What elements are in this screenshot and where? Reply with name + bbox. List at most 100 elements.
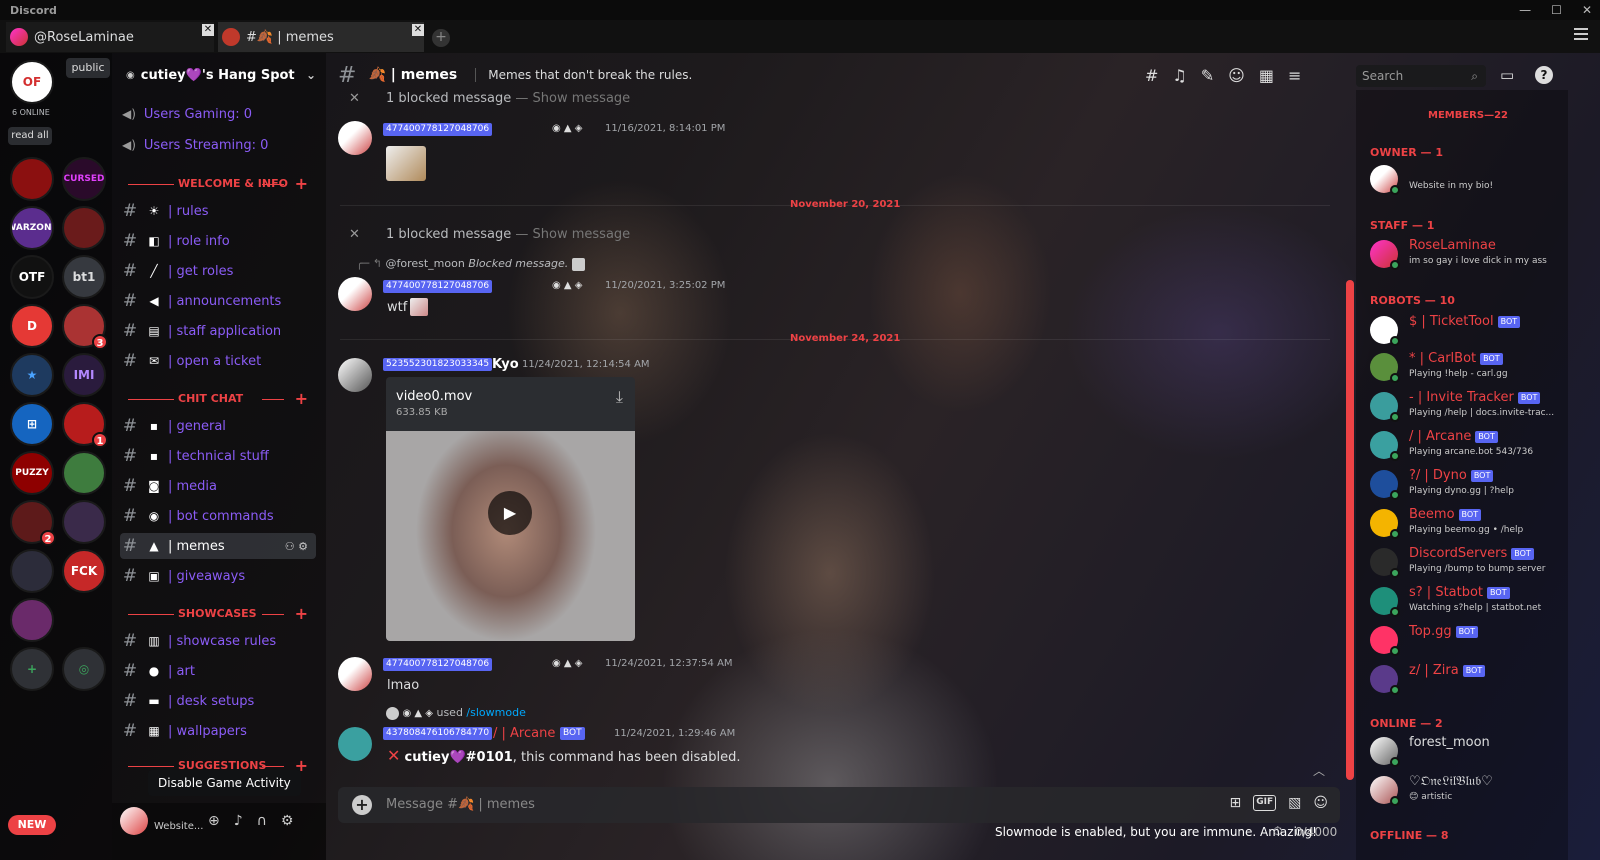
channel-item[interactable]: # ◙ | media (120, 473, 316, 499)
member-item[interactable]: - | Invite Tracker BOT Playing /help | doc… (1368, 390, 1566, 424)
server-icon[interactable] (62, 500, 106, 544)
server-icon[interactable]: ★ (10, 353, 54, 397)
server-icon[interactable] (10, 157, 54, 201)
tab-memes[interactable]: #🍂 | memes ✕ (218, 22, 424, 52)
members-icon[interactable]: ☺ (1228, 66, 1245, 85)
server-icon[interactable]: WARZONE (10, 206, 54, 250)
settings-gear-icon[interactable]: ⚙ (281, 813, 294, 829)
search-input[interactable]: Search ⌕ (1356, 65, 1486, 87)
member-item[interactable]: RoseLaminae im so gay i love dick in my a… (1368, 238, 1566, 272)
member-item[interactable]: $ | TicketTool BOT (1368, 314, 1566, 348)
server-icon[interactable]: CURSED (62, 157, 106, 201)
server-icon[interactable]: bt1 (62, 255, 106, 299)
server-icon[interactable] (10, 549, 54, 593)
username[interactable]: / | Arcane (493, 726, 555, 741)
close-window-icon[interactable]: ✕ (1582, 0, 1592, 20)
inbox-icon[interactable]: ▭ (1500, 66, 1514, 84)
server-icon[interactable] (10, 598, 54, 642)
avatar[interactable] (338, 358, 372, 392)
avatar[interactable] (338, 727, 372, 761)
reply-preview[interactable]: ╭─ ↰ @forest_moon Blocked message. (356, 257, 585, 271)
gift-icon[interactable]: ⊞ (1230, 795, 1242, 811)
add-channel-icon[interactable]: + (295, 174, 308, 193)
show-message-link[interactable]: — Show message (515, 227, 630, 242)
channel-item[interactable]: # ▪ | technical stuff (120, 443, 316, 469)
member-item[interactable]: ♡𝔒𝔫𝔢𝔏𝔦𝔩𝔅𝔩𝔲𝔟♡ 😊 artistic (1368, 774, 1566, 808)
channel-item[interactable]: # ▣ | giveaways (120, 563, 316, 589)
video-thumbnail[interactable] (386, 431, 635, 641)
avatar[interactable] (338, 121, 372, 155)
list-icon[interactable]: ≡ (1288, 66, 1301, 85)
channel-item[interactable]: # ╱ | get roles (120, 258, 316, 284)
help-icon[interactable]: ? (1535, 66, 1553, 84)
category-header[interactable]: WELCOME & INFO + (112, 174, 326, 193)
channel-item[interactable]: # ▥ | showcase rules (120, 628, 316, 654)
member-item[interactable]: z/ | Zira BOT (1368, 663, 1566, 697)
server-icon[interactable]: D (10, 304, 54, 348)
username[interactable]: Kyo (492, 357, 519, 372)
close-icon[interactable]: ✕ (349, 227, 360, 242)
channel-item[interactable]: # ▦ | wallpapers (120, 718, 316, 744)
server-icon[interactable]: ΙΜΙ (62, 353, 106, 397)
member-item[interactable]: forest_moon (1368, 735, 1566, 769)
play-icon[interactable]: ▶ (488, 491, 532, 535)
member-item[interactable]: ?/ | Dyno BOT Playing dyno.gg | ?help (1368, 468, 1566, 502)
chat-scrollbar[interactable] (1346, 280, 1354, 780)
channel-item[interactable]: # ▲ | memes ⚇ ⚙ (120, 533, 316, 559)
mentioned-user[interactable]: cutiey💜#0101 (405, 750, 513, 765)
channel-settings-icon[interactable]: ⚇ ⚙ (285, 540, 308, 553)
new-unreads-pill[interactable]: NEW (8, 815, 56, 835)
maximize-icon[interactable]: ☐ (1551, 0, 1562, 20)
message-input-placeholder[interactable]: Message #🍂 | memes (386, 797, 535, 812)
add-channel-icon[interactable]: + (295, 604, 308, 623)
server-icon[interactable]: ⊞ (10, 402, 54, 446)
layout-icon[interactable]: ▦ (1259, 66, 1274, 85)
channel-item[interactable]: # ◧ | role info (120, 228, 316, 254)
emoji-icon[interactable]: ☺ (1313, 795, 1328, 811)
member-item[interactable]: Beemo BOT Playing beemo.gg • /help (1368, 507, 1566, 541)
avatar[interactable] (120, 807, 148, 835)
command-link[interactable]: /slowmode (466, 706, 525, 719)
chevron-up-icon[interactable]: ︿ (1313, 762, 1325, 779)
server-header[interactable]: ◉ cutiey💜's Hang Spot ⌄ (126, 65, 316, 85)
channel-item[interactable]: # ▬ | desk setups (120, 688, 316, 714)
close-icon[interactable]: ✕ (349, 91, 360, 106)
avatar[interactable] (338, 277, 372, 311)
gamepad-icon[interactable]: ⊕ (208, 813, 220, 829)
channel-item[interactable]: # ✉ | open a ticket (120, 348, 316, 374)
close-icon[interactable]: ✕ (412, 24, 424, 36)
member-item[interactable]: s? | Statbot BOT Watching s?help | statbot… (1368, 585, 1566, 619)
sticker-icon[interactable]: ▧ (1288, 795, 1301, 811)
tab-direct-messages[interactable]: @RoseLaminae ✕ (6, 22, 214, 52)
server-icon[interactable]: OF (10, 60, 54, 104)
hamburger-menu-icon[interactable] (1574, 28, 1588, 43)
member-item[interactable]: Top.gg BOT (1368, 624, 1566, 658)
add-attachment-button[interactable]: + (352, 795, 372, 815)
server-icon[interactable]: + (10, 647, 54, 691)
show-message-link[interactable]: — Show message (515, 91, 630, 106)
server-icon[interactable]: FCK (62, 549, 106, 593)
dog-image[interactable] (386, 146, 426, 181)
bell-icon[interactable]: ♫ (1172, 66, 1186, 85)
member-item[interactable]: Website in my bio! (1368, 163, 1566, 197)
voice-channel-users-streaming[interactable]: ◀) Users Streaming: 0 (122, 133, 268, 157)
read-all-button[interactable]: read all (8, 127, 52, 145)
avatar[interactable] (338, 657, 372, 691)
category-header[interactable]: SHOWCASES + (112, 604, 326, 623)
pin-icon[interactable]: ✎ (1201, 66, 1214, 85)
member-item[interactable]: * | CarlBot BOT Playing !help - carl.gg (1368, 351, 1566, 385)
server-icon[interactable]: PUZZY (10, 451, 54, 495)
server-icon[interactable] (62, 451, 106, 495)
gif-button[interactable]: GIF (1253, 795, 1277, 811)
channel-item[interactable]: # ◀ | announcements (120, 288, 316, 314)
headphones-icon[interactable]: ∩ (257, 813, 267, 829)
video-attachment[interactable]: video0.mov 633.85 KB ⤓ ▶ (386, 377, 635, 641)
category-header[interactable]: CHIT CHAT + (112, 389, 326, 408)
channel-item[interactable]: # ● | art (120, 658, 316, 684)
channel-item[interactable]: # ◉ | bot commands (120, 503, 316, 529)
voice-channel-users-gaming[interactable]: ◀) Users Gaming: 0 (122, 102, 252, 126)
close-icon[interactable]: ✕ (202, 24, 214, 36)
add-channel-icon[interactable]: + (295, 389, 308, 408)
server-icon[interactable]: OTF (10, 255, 54, 299)
threads-icon[interactable]: # (1145, 66, 1158, 85)
